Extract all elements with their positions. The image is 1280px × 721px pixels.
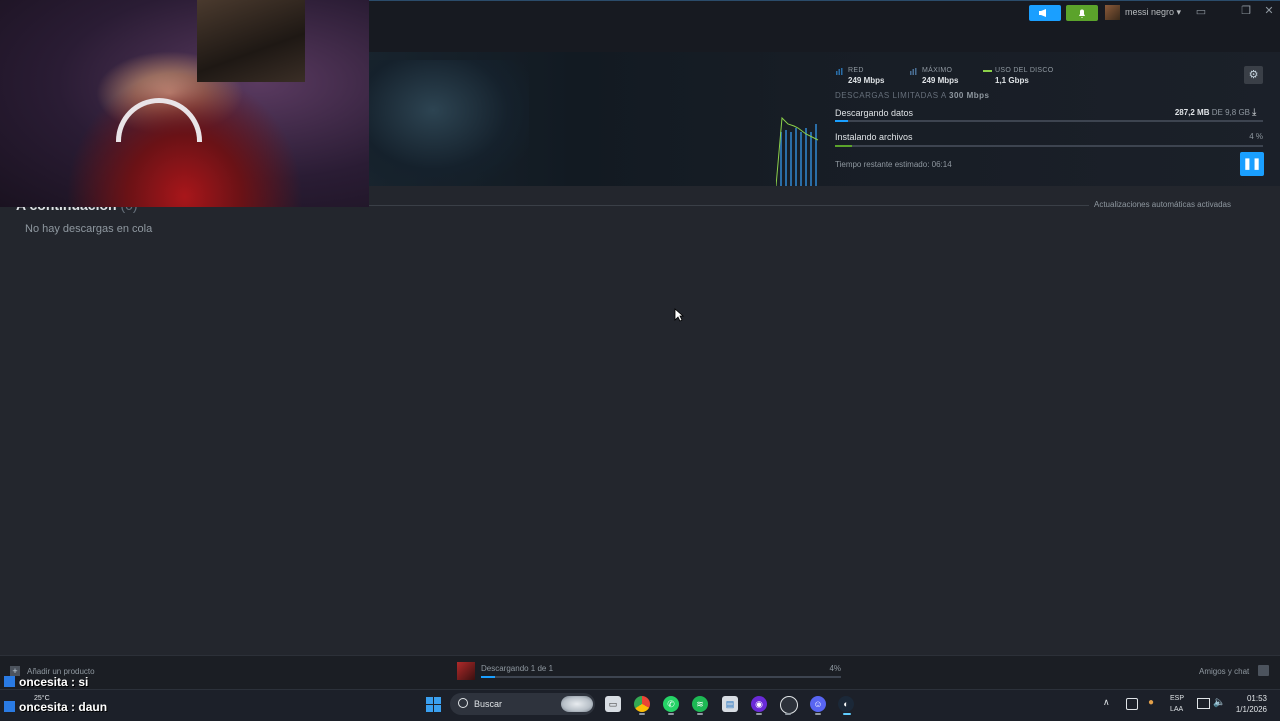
friends-chat-button[interactable]: Amigos y chat xyxy=(1199,667,1249,676)
peak-bars-icon xyxy=(910,68,917,75)
installing-label: Instalando archivos xyxy=(835,132,913,142)
peak-label: MÁXIMO xyxy=(922,67,953,74)
clock-time[interactable]: 01:53 xyxy=(1233,694,1267,703)
game-artwork xyxy=(369,60,529,186)
game-thumbnail[interactable] xyxy=(457,662,475,680)
download-status-percent: 4% xyxy=(829,664,841,673)
install-progress-bar xyxy=(835,145,1263,147)
download-progress-fill xyxy=(835,120,848,122)
running-indicator xyxy=(668,713,674,715)
download-size: 287,2 MB DE 9,8 GB xyxy=(1100,108,1250,117)
install-percent: 4 % xyxy=(1249,132,1263,141)
twitch-icon xyxy=(4,676,15,687)
bandwidth-limit: DESCARGAS LIMITADAS A 300 Mbps xyxy=(835,91,989,100)
volume-icon[interactable]: 🔈 xyxy=(1213,697,1225,708)
spotify-icon[interactable]: ≋ xyxy=(692,696,708,712)
input-layout[interactable]: LAA xyxy=(1170,706,1183,713)
big-picture-icon[interactable]: ▭ xyxy=(1194,6,1208,18)
download-progress-bar xyxy=(835,120,1263,122)
auto-updates-status: Actualizaciones automáticas activadas xyxy=(1094,200,1231,209)
network-icon[interactable] xyxy=(1197,698,1210,709)
search-placeholder: Buscar xyxy=(474,699,503,709)
chat-message: oncesita : si xyxy=(4,675,88,689)
running-indicator xyxy=(815,713,821,715)
total-size: 9,8 GB xyxy=(1225,108,1250,117)
discord-icon[interactable]: ☺ xyxy=(810,696,826,712)
steam-bottom-bar xyxy=(0,655,1280,690)
tray-expand-icon[interactable]: ∧ xyxy=(1103,697,1110,708)
network-graph xyxy=(776,116,819,186)
chrome-icon[interactable] xyxy=(634,696,650,712)
disk-legend-icon xyxy=(983,70,992,72)
download-status[interactable]: Descargando 1 de 1 xyxy=(481,664,553,673)
network-bars-icon xyxy=(836,68,843,75)
security-tray-icon[interactable] xyxy=(1126,698,1138,710)
chat-user: oncesita xyxy=(19,675,68,689)
disk-label: USO DEL DISCO xyxy=(995,67,1054,74)
microphone-icon[interactable]: ● xyxy=(1148,697,1154,708)
avatar[interactable] xyxy=(1105,5,1120,20)
chat-text: daun xyxy=(78,700,108,714)
chat-user: oncesita xyxy=(19,700,68,714)
username-label: messi negro xyxy=(1125,7,1175,17)
chat-text: si xyxy=(78,675,89,689)
eta-value: 06:14 xyxy=(931,160,952,169)
obs-icon[interactable] xyxy=(780,696,798,714)
notifications-button[interactable] xyxy=(1066,5,1098,21)
download-arrow-icon: ⤓ xyxy=(1252,107,1257,118)
webcam-background-poster xyxy=(197,0,305,82)
bottom-progress-bar xyxy=(481,676,841,678)
pause-icon: ❚❚ xyxy=(1242,158,1262,170)
empty-queue-text: No hay descargas en cola xyxy=(25,223,153,235)
announcements-button[interactable] xyxy=(1029,5,1061,21)
notepad-icon[interactable]: ▤ xyxy=(722,696,738,712)
running-indicator xyxy=(697,713,703,715)
twitch-icon xyxy=(4,701,15,712)
megaphone-icon xyxy=(1039,9,1046,17)
limit-prefix: DESCARGAS LIMITADAS A xyxy=(835,91,947,100)
close-icon[interactable]: ✕ xyxy=(1262,5,1276,17)
running-indicator xyxy=(639,713,645,715)
chat-message: oncesita : daun xyxy=(4,700,107,714)
webcam-overlay xyxy=(0,0,369,207)
windows-start-icon[interactable] xyxy=(426,697,441,712)
settings-gear-icon[interactable]: ⚙ xyxy=(1244,66,1263,84)
search-icon xyxy=(458,698,468,708)
disk-value: 1,1 Gbps xyxy=(995,76,1029,85)
divider xyxy=(369,205,1089,206)
search-highlight-image xyxy=(561,696,593,712)
eta: Tiempo restante estimado: 06:14 xyxy=(835,160,952,169)
active-app-indicator xyxy=(843,713,851,715)
network-value: 249 Mbps xyxy=(848,76,885,85)
pause-button[interactable]: ❚❚ xyxy=(1240,152,1264,176)
restore-icon[interactable]: ❐ xyxy=(1239,5,1253,17)
bottom-progress-fill xyxy=(481,676,496,678)
running-indicator xyxy=(785,713,791,715)
downloading-label: Descargando datos xyxy=(835,108,914,118)
eta-label: Tiempo restante estimado: xyxy=(835,160,930,169)
network-label: RED xyxy=(848,67,864,74)
account-menu[interactable]: messi negro ▾ xyxy=(1125,7,1181,18)
clock-date[interactable]: 1/1/2026 xyxy=(1225,705,1267,714)
peak-value: 249 Mbps xyxy=(922,76,959,85)
steam-taskbar-icon[interactable]: ◐ xyxy=(838,696,854,712)
friends-chat-icon[interactable] xyxy=(1258,665,1269,676)
of-label: DE xyxy=(1211,108,1223,117)
running-indicator xyxy=(756,713,762,715)
whatsapp-icon[interactable]: ✆ xyxy=(663,696,679,712)
limit-value: 300 Mbps xyxy=(949,91,990,100)
twitch-app-icon[interactable]: ◉ xyxy=(751,696,767,712)
install-progress-fill xyxy=(835,145,853,147)
input-language[interactable]: ESP xyxy=(1170,695,1184,702)
bell-icon xyxy=(1079,9,1085,18)
downloaded-amount: 287,2 MB xyxy=(1174,108,1210,117)
mouse-cursor-icon xyxy=(674,308,684,322)
task-view-icon[interactable]: ▭ xyxy=(605,696,621,712)
